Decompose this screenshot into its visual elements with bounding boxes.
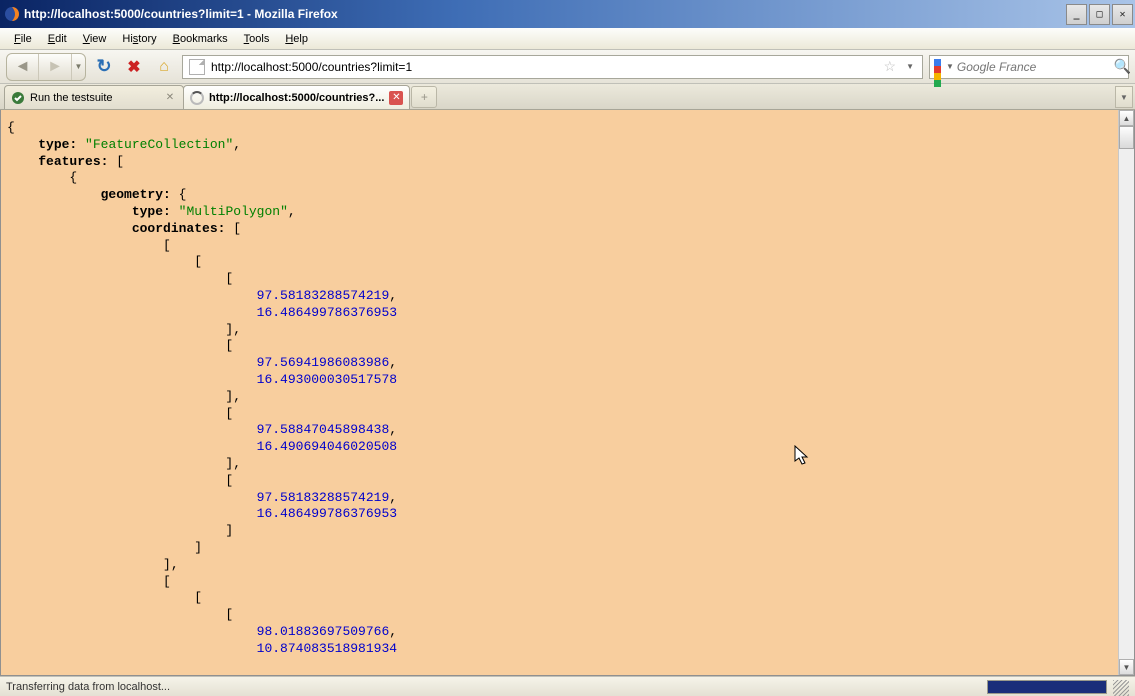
- menu-tools[interactable]: Tools: [236, 31, 278, 47]
- minimize-button[interactable]: _: [1066, 4, 1087, 25]
- scroll-track[interactable]: [1119, 126, 1134, 659]
- resize-grip[interactable]: [1113, 680, 1129, 696]
- tab-localhost[interactable]: http://localhost:5000/countries?... ✕: [183, 85, 410, 109]
- new-tab-button[interactable]: +: [411, 86, 437, 108]
- tab-testsuite[interactable]: Run the testsuite ✕: [4, 85, 184, 109]
- tab-label: http://localhost:5000/countries?...: [209, 92, 384, 104]
- menu-file[interactable]: Filedocument.currentScript.previousEleme…: [6, 31, 40, 47]
- stop-button[interactable]: ✖: [122, 57, 146, 77]
- menu-view[interactable]: View: [75, 31, 115, 47]
- forward-button[interactable]: ►: [39, 54, 71, 80]
- menu-bar: Filedocument.currentScript.previousEleme…: [0, 28, 1135, 50]
- tab-list-dropdown[interactable]: ▼: [1115, 86, 1133, 108]
- close-button[interactable]: ✕: [1112, 4, 1133, 25]
- url-dropdown[interactable]: ▼: [900, 62, 920, 71]
- search-box[interactable]: ▼ 🔍: [929, 55, 1129, 79]
- status-bar: Transferring data from localhost...: [0, 676, 1135, 696]
- page-favicon: [189, 59, 205, 75]
- search-input[interactable]: [957, 60, 1114, 74]
- reload-button[interactable]: ↻: [92, 56, 116, 77]
- nav-history-dropdown[interactable]: ▼: [71, 54, 85, 80]
- tab-close-icon[interactable]: ✕: [163, 91, 177, 105]
- menu-help[interactable]: Help: [277, 31, 316, 47]
- menu-bookmarks[interactable]: Bookmarks: [165, 31, 236, 47]
- status-text: Transferring data from localhost...: [6, 681, 170, 693]
- google-icon: [934, 59, 941, 75]
- home-button[interactable]: ⌂: [152, 58, 176, 76]
- vertical-scrollbar[interactable]: ▲ ▼: [1118, 110, 1134, 675]
- window-controls: _ □ ✕: [1066, 4, 1133, 25]
- address-bar[interactable]: ☆ ▼: [182, 55, 923, 79]
- search-engine-dropdown[interactable]: ▼: [943, 62, 957, 71]
- navigation-toolbar: ◄ ► ▼ ↻ ✖ ⌂ ☆ ▼ ▼ 🔍: [0, 50, 1135, 84]
- url-input[interactable]: [209, 58, 880, 76]
- tab-favicon: [11, 91, 25, 105]
- scroll-thumb[interactable]: [1119, 126, 1134, 149]
- window-title: http://localhost:5000/countries?limit=1 …: [24, 7, 1066, 21]
- scroll-up-button[interactable]: ▲: [1119, 110, 1134, 126]
- firefox-icon: [4, 6, 20, 22]
- maximize-button[interactable]: □: [1089, 4, 1110, 25]
- menu-edit[interactable]: Edit: [40, 31, 75, 47]
- back-button[interactable]: ◄: [7, 54, 39, 80]
- window-titlebar: http://localhost:5000/countries?limit=1 …: [0, 0, 1135, 28]
- tab-label: Run the testsuite: [30, 92, 158, 104]
- progress-bar: [987, 680, 1107, 694]
- nav-back-forward: ◄ ► ▼: [6, 53, 86, 81]
- tab-close-icon[interactable]: ✕: [389, 91, 403, 105]
- page-content: { type: "FeatureCollection", features: […: [1, 110, 1118, 675]
- loading-spinner-icon: [190, 91, 204, 105]
- bookmark-star-icon[interactable]: ☆: [880, 58, 901, 75]
- search-go-icon[interactable]: 🔍: [1114, 58, 1131, 75]
- scroll-down-button[interactable]: ▼: [1119, 659, 1134, 675]
- tab-bar: Run the testsuite ✕ http://localhost:500…: [0, 84, 1135, 110]
- menu-history[interactable]: History: [114, 31, 164, 47]
